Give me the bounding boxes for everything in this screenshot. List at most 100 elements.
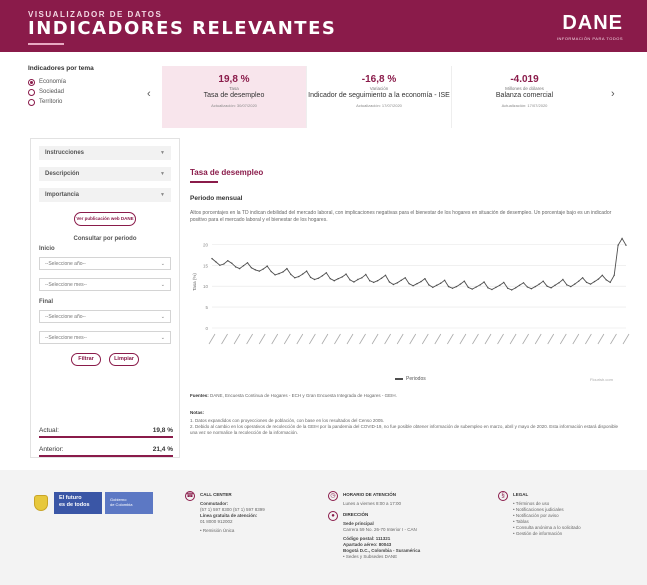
x-tick-mark xyxy=(334,333,341,345)
x-tick-mark xyxy=(572,333,580,345)
accordion-instrucciones[interactable]: Instrucciones ▼ xyxy=(39,146,171,160)
end-label: Final xyxy=(39,299,54,305)
legend-label: Periodos xyxy=(406,376,426,382)
data-point xyxy=(242,264,245,267)
radio-icon[interactable] xyxy=(28,88,35,96)
remision-link[interactable]: • Remisión Única xyxy=(200,528,265,534)
end-year-select[interactable]: --Seleccione año-- ⌄ xyxy=(39,310,171,323)
x-tick-mark xyxy=(208,333,216,345)
colombia-crest-icon xyxy=(34,495,48,511)
y-axis-label: Tasa (%) xyxy=(192,273,197,291)
notes-block: Notas: 1. Datos expandidos con proyeccio… xyxy=(190,410,620,436)
data-point xyxy=(609,281,611,284)
card-value: 19,8 % xyxy=(218,74,250,85)
sedes-link[interactable]: • Sedes y Subsedes DANE xyxy=(343,554,420,560)
data-point xyxy=(546,285,548,287)
source-text: DANE, Encuesta Continua de Hogares - ECH… xyxy=(210,393,397,398)
y-tick-label: 20 xyxy=(203,242,209,247)
chart-credit[interactable]: Flourish.com xyxy=(590,377,613,382)
data-point xyxy=(369,280,371,282)
unemployment-line-chart[interactable]: 20 15 10 5 0 Tasa (%) xyxy=(190,230,630,375)
card-unit: Millones de dólares xyxy=(505,86,544,91)
card-name: Tasa de desempleo xyxy=(203,92,265,99)
accordion-label: Descripción xyxy=(45,171,80,177)
card-date: Actualización: 30/07/2020 xyxy=(211,103,257,108)
gov-line-2: de Colombia xyxy=(110,502,133,507)
chevron-left-icon[interactable]: ‹ xyxy=(147,88,151,100)
data-point xyxy=(396,282,399,284)
data-point xyxy=(534,285,537,288)
chevron-right-icon[interactable]: › xyxy=(611,88,615,100)
accordion-importancia[interactable]: Importancia ▼ xyxy=(39,188,171,202)
notes-title: Notas: xyxy=(190,410,205,415)
data-point xyxy=(483,281,485,283)
x-tick-mark xyxy=(321,333,329,345)
dane-logo[interactable]: DANE INFORMACIÓN PARA TODOS xyxy=(557,12,623,41)
gobierno-logo[interactable]: Gobierno de Colombia xyxy=(105,492,153,514)
theme-option-territorio[interactable]: Territorio xyxy=(28,97,148,107)
x-tick-mark xyxy=(296,333,304,345)
x-tick-mark xyxy=(271,333,279,345)
phone-icon: ☎ xyxy=(185,491,195,501)
legal-link[interactable]: • Gestión de información xyxy=(513,531,581,537)
data-point xyxy=(439,282,442,284)
x-tick-mark xyxy=(497,333,504,345)
filter-button[interactable]: Filtrar xyxy=(71,353,101,366)
futuro-logo[interactable]: El futuro es de todos xyxy=(54,492,102,514)
accordion-descripcion[interactable]: Descripción ▼ xyxy=(39,167,171,181)
y-tick-label: 15 xyxy=(203,263,209,268)
data-point xyxy=(491,288,493,291)
start-month-select[interactable]: --Seleccione mes-- ⌄ xyxy=(39,278,171,291)
data-point xyxy=(550,287,552,289)
data-point xyxy=(278,272,280,275)
indicator-card-desempleo[interactable]: 19,8 % Tasa Tasa de desempleo Actualizac… xyxy=(162,66,307,128)
footer-call-center: ☎ CALL CENTER Conmutador: (57 1) 597 830… xyxy=(185,491,265,534)
data-point xyxy=(380,277,383,279)
data-point xyxy=(357,278,359,281)
card-value: -16,8 % xyxy=(361,74,397,85)
select-value: --Seleccione mes-- xyxy=(45,281,87,288)
clear-button[interactable]: Limpiar xyxy=(109,353,139,366)
footer: El futuro es de todos Gobierno de Colomb… xyxy=(0,470,647,585)
x-tick-mark xyxy=(472,333,479,345)
title-underline xyxy=(28,43,64,45)
x-tick-mark xyxy=(371,333,379,345)
x-tick-mark xyxy=(610,333,617,345)
theme-selector: Indicadores por tema Economía Sociedad T… xyxy=(28,65,148,107)
data-point xyxy=(459,283,462,285)
logo-tagline: INFORMACIÓN PARA TODOS xyxy=(556,36,623,41)
accordion-label: Importancia xyxy=(45,192,80,198)
card-name: Balanza comercial xyxy=(495,92,554,99)
data-point xyxy=(432,286,434,289)
indicator-card-balanza[interactable]: -4.019 Millones de dólares Balanza comer… xyxy=(452,66,597,128)
indicator-card-ise[interactable]: -16,8 % Variación Indicador de seguimien… xyxy=(307,66,452,128)
x-tick-mark xyxy=(258,333,266,345)
x-tick-mark xyxy=(534,333,542,345)
theme-option-economia[interactable]: Economía xyxy=(28,77,148,87)
theme-option-sociedad[interactable]: Sociedad xyxy=(28,87,148,97)
radio-icon[interactable] xyxy=(28,98,35,106)
legend-swatch xyxy=(395,377,403,380)
x-tick-mark xyxy=(359,333,366,345)
chart-legend[interactable]: Periodos xyxy=(395,376,426,382)
call-title: CALL CENTER xyxy=(200,492,232,497)
data-point xyxy=(408,282,410,285)
content-description: Altos porcentajes en la TD indican debil… xyxy=(190,210,612,223)
start-year-select[interactable]: --Seleccione año-- ⌄ xyxy=(39,257,171,270)
radio-icon[interactable] xyxy=(28,78,35,86)
data-point xyxy=(597,278,600,280)
data-point xyxy=(613,274,615,277)
start-label: Inicio xyxy=(39,246,55,252)
series-line xyxy=(211,237,627,291)
y-tick-label: 10 xyxy=(203,284,209,289)
x-tick-mark xyxy=(522,333,529,345)
data-point xyxy=(305,270,308,272)
chevron-down-icon: ▼ xyxy=(160,150,165,156)
ver-publicacion-button[interactable]: Ver publicación web DANE xyxy=(74,212,136,226)
end-month-select[interactable]: --Seleccione mes-- ⌄ xyxy=(39,331,171,344)
data-point xyxy=(554,284,556,287)
data-point xyxy=(605,279,607,281)
data-point xyxy=(526,286,529,288)
data-point xyxy=(447,285,450,288)
content-title-underline xyxy=(190,181,218,183)
